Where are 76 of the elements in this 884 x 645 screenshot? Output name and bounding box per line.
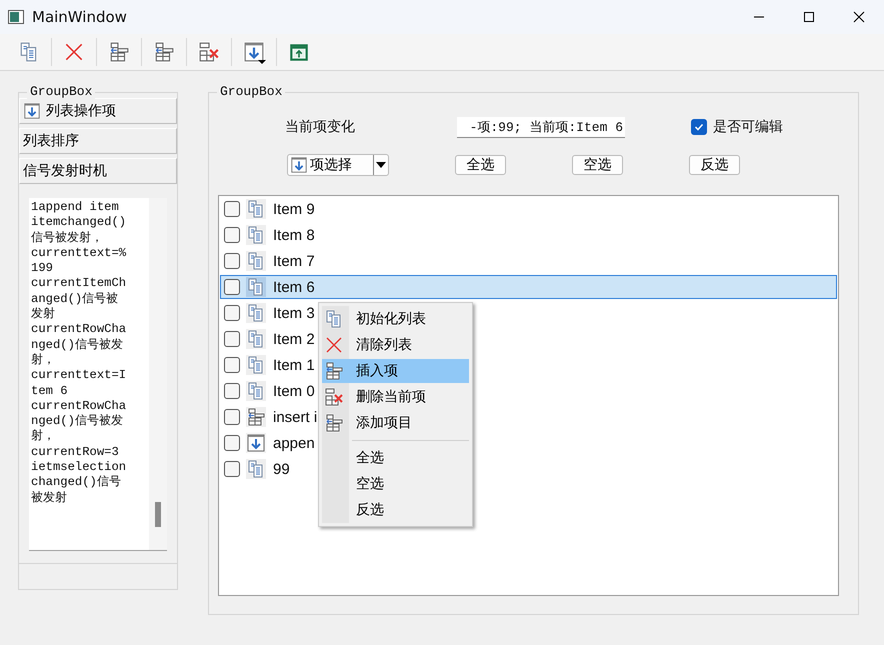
table-delete-icon — [324, 387, 344, 407]
item-select-dropdown[interactable]: 项选择 — [287, 154, 389, 176]
checkbox[interactable] — [224, 227, 240, 243]
menu-item[interactable]: 添加项目 — [322, 411, 469, 435]
current-item-field[interactable]: -项:99; 当前项:Item 6 — [457, 116, 625, 138]
download-icon — [243, 41, 265, 63]
menu-item[interactable]: 删除当前项 — [322, 385, 469, 409]
log-line: currentItemCh — [31, 276, 128, 292]
log-line: ietmselection — [31, 460, 128, 476]
checkbox[interactable] — [224, 357, 240, 373]
log-line: 199 — [31, 261, 54, 276]
log-line: currentRowCha — [31, 398, 128, 414]
log-line: 射， — [31, 429, 56, 445]
checkbox[interactable] — [224, 253, 240, 269]
checkbox-label: 是否可编辑 — [713, 118, 783, 136]
log-text-box[interactable]: 1append item itemchanged() 信号被发射， currenttext=% 199 currentItemCh anged()信号被 发射 currentRowCha nged()信号被发 射， currenttext=I tem 6 currentRowCha nged()信号被发 射， currentRow=3 ietmselection changed()信号 被发射 — [29, 198, 167, 551]
scrollbar-thumb[interactable] — [155, 502, 161, 527]
download-icon — [23, 102, 41, 120]
download-icon — [246, 433, 266, 453]
checkbox[interactable] — [224, 201, 240, 217]
window-title: MainWindow — [32, 8, 127, 26]
menu-item[interactable]: 反选 — [322, 498, 469, 522]
log-line: currentRow=3 — [31, 444, 120, 460]
close-icon — [63, 41, 85, 63]
toolbox-page-tab[interactable]: 信号发射时机 — [19, 158, 177, 184]
log-line: changed()信号 — [31, 475, 122, 491]
checkbox[interactable] — [224, 383, 240, 399]
log-line: 发射 — [31, 307, 56, 322]
checkbox[interactable] — [224, 305, 240, 321]
checkmark-icon — [694, 122, 704, 132]
checkbox[interactable] — [224, 461, 240, 477]
log-line: currenttext=I — [31, 368, 128, 384]
log-line: currenttext=% — [31, 246, 128, 262]
table-arrow-icon — [324, 361, 344, 381]
close-icon — [853, 11, 865, 23]
app-icon — [8, 10, 24, 24]
checkbox[interactable] — [224, 331, 240, 347]
group-title: GroupBox — [217, 84, 286, 100]
select-button[interactable]: 反选 — [689, 155, 740, 175]
log-line: 被发射 — [31, 490, 68, 506]
log-line: 射， — [31, 352, 56, 368]
menu-item[interactable]: 全选 — [322, 446, 469, 470]
menu-item[interactable]: 空选 — [322, 472, 469, 496]
log-line: 1append item — [31, 200, 120, 216]
menu-item[interactable]: 清除列表 — [322, 333, 469, 357]
checkbox[interactable] — [224, 409, 240, 425]
checkbox[interactable] — [224, 279, 240, 295]
table-arrow-icon — [324, 413, 344, 433]
toolbox-page-tab[interactable]: 列表操作项 — [19, 98, 177, 124]
checkbox[interactable] — [691, 119, 707, 135]
list-item[interactable]: Item 8 — [220, 223, 837, 247]
group-title: GroupBox — [27, 84, 96, 100]
menu-item[interactable]: 插入项 — [322, 359, 469, 383]
log-line: itemchanged() — [31, 215, 128, 231]
table-arrow-icon — [153, 41, 175, 63]
log-line: tem 6 — [31, 384, 69, 399]
maximize-icon — [803, 11, 815, 23]
select-button[interactable]: 空选 — [572, 155, 623, 175]
log-line: nged()信号被发 — [31, 414, 124, 429]
close-icon — [324, 335, 344, 355]
label: 当前项变化 — [285, 118, 356, 136]
list-item[interactable]: Item 9 — [220, 197, 837, 221]
list-item[interactable]: Item 7 — [220, 249, 837, 273]
table-arrow-icon — [108, 41, 130, 63]
log-line: anged()信号被 — [31, 292, 120, 307]
download-icon — [290, 156, 308, 174]
toolbox-page-tab[interactable]: 列表排序 — [19, 128, 177, 154]
list-item[interactable]: Item 6 — [220, 275, 837, 299]
checkbox[interactable] — [224, 435, 240, 451]
log-line: currentRowCha — [31, 322, 128, 338]
select-button[interactable]: 全选 — [455, 155, 506, 175]
log-line: 信号被发射， — [31, 230, 104, 246]
table-arrow-icon — [246, 407, 266, 427]
log-line: nged()信号被发 — [31, 338, 124, 353]
table-delete-icon — [198, 41, 220, 63]
menu-item[interactable]: 初始化列表 — [322, 307, 469, 331]
